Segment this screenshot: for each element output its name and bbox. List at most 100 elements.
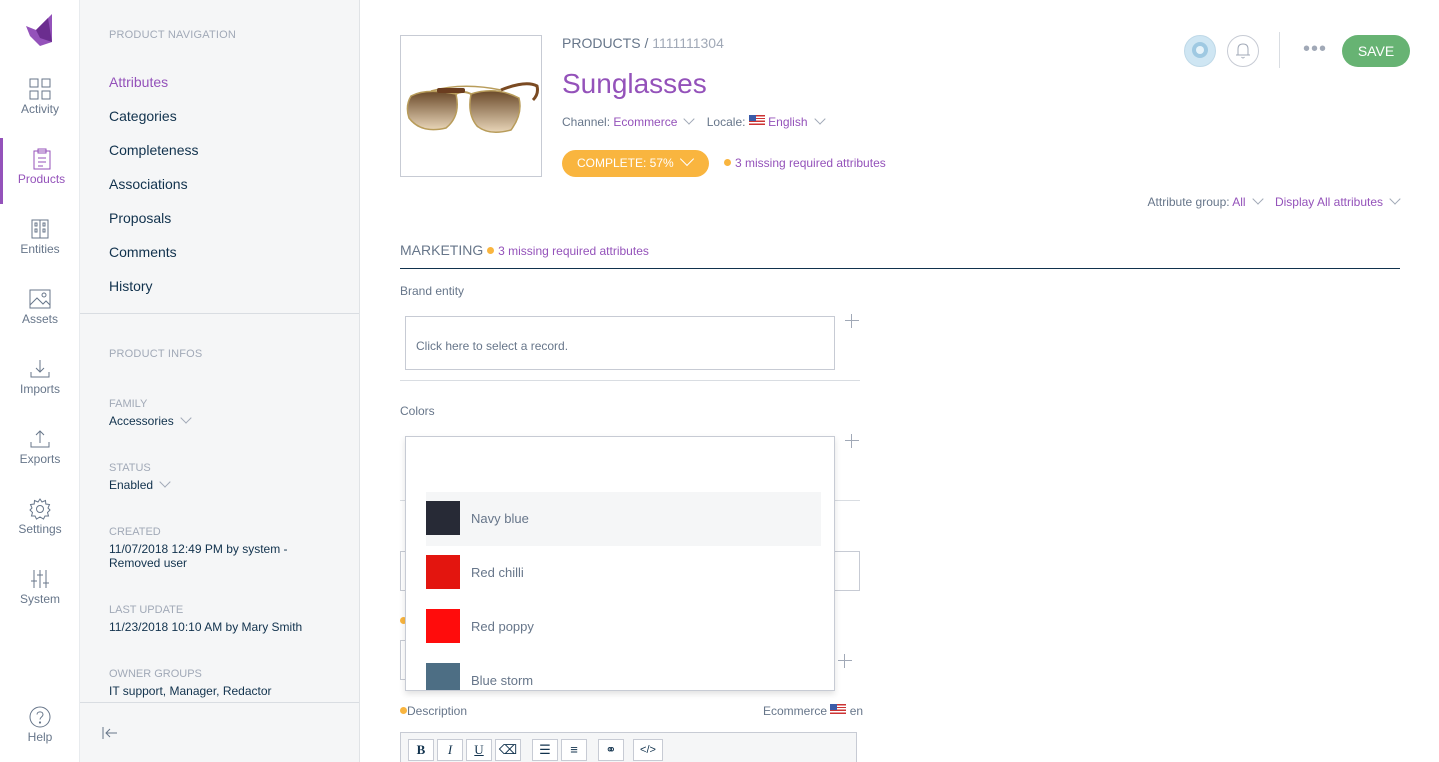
menu-item-entities[interactable]: Entities xyxy=(0,208,80,274)
description-context: Ecommerce en xyxy=(763,704,863,718)
family-select[interactable]: Accessories xyxy=(109,412,329,428)
underline-button[interactable]: U xyxy=(466,739,492,761)
menu-label-assets: Assets xyxy=(21,312,58,326)
add-brand-icon[interactable] xyxy=(845,314,859,328)
status-label: STATUS xyxy=(109,462,151,474)
link-icon: ⚭ xyxy=(605,742,617,757)
description-label: Description xyxy=(400,704,467,718)
menu-item-exports[interactable]: Exports xyxy=(0,418,80,484)
product-title: Sunglasses xyxy=(562,68,707,99)
status-select[interactable]: Enabled xyxy=(109,476,329,492)
menu-label-imports: Imports xyxy=(19,382,60,396)
chevron-down-icon xyxy=(180,412,192,424)
family-label: FAMILY xyxy=(109,398,148,410)
column-divider xyxy=(80,313,359,314)
us-flag-icon xyxy=(830,704,847,714)
menu-item-system[interactable]: System xyxy=(0,558,80,624)
nav-completeness[interactable]: Completeness xyxy=(109,142,199,158)
owner-groups-label: OWNER GROUPS xyxy=(109,668,202,680)
section-missing[interactable]: 3 missing required attributes xyxy=(487,244,649,258)
attribute-group-filter[interactable]: All xyxy=(1232,193,1264,209)
locale-switcher[interactable]: English xyxy=(748,113,826,129)
last-update-label: LAST UPDATE xyxy=(109,604,184,616)
numbered-list-button[interactable]: ≡ xyxy=(561,739,587,761)
color-option-red-poppy[interactable]: Red poppy xyxy=(426,600,821,654)
brand-entity-input[interactable]: Click here to select a record. xyxy=(405,316,835,370)
notifications-button[interactable] xyxy=(1227,35,1259,67)
color-swatch xyxy=(426,609,460,643)
product-column: PRODUCT NAVIGATION Attributes Categories… xyxy=(80,0,360,762)
last-update-value: 11/23/2018 10:10 AM by Mary Smith xyxy=(109,620,303,634)
menu-label-help: Help xyxy=(27,730,53,744)
nav-proposals[interactable]: Proposals xyxy=(109,210,171,226)
product-navigation-title: PRODUCT NAVIGATION xyxy=(109,29,237,41)
nav-categories[interactable]: Categories xyxy=(109,108,177,124)
menu-item-activity[interactable]: Activity xyxy=(0,68,80,134)
save-button[interactable]: SAVE xyxy=(1342,35,1410,67)
more-actions-button[interactable]: ••• xyxy=(1303,38,1327,61)
nav-history[interactable]: History xyxy=(109,278,153,294)
completeness-dropdown[interactable]: COMPLETE: 57% xyxy=(562,150,709,177)
chevron-down-icon xyxy=(679,151,694,167)
chevron-down-icon xyxy=(1389,193,1401,205)
missing-attributes-link[interactable]: 3 missing required attributes xyxy=(724,156,886,170)
menu-label-system: System xyxy=(19,592,60,606)
menu-item-help[interactable]: Help xyxy=(0,696,80,762)
code-view-button[interactable]: </> xyxy=(633,739,663,761)
display-attributes-filter[interactable]: Display All attributes xyxy=(1274,193,1401,209)
user-avatar[interactable] xyxy=(1184,35,1216,67)
eraser-button[interactable]: ⌫ xyxy=(495,739,521,761)
nav-comments[interactable]: Comments xyxy=(109,244,177,260)
color-option-navy-blue[interactable]: Navy blue xyxy=(426,492,821,546)
color-option-red-chilli[interactable]: Red chilli xyxy=(426,546,821,600)
section-divider xyxy=(400,268,1400,269)
created-label: CREATED xyxy=(109,526,161,538)
add-record-icon[interactable] xyxy=(838,654,852,668)
column-footer xyxy=(80,702,359,762)
help-icon xyxy=(29,706,51,728)
link-button[interactable]: ⚭ xyxy=(598,739,624,761)
product-thumbnail[interactable] xyxy=(400,35,542,177)
collapse-column-icon[interactable] xyxy=(102,725,118,741)
bell-icon xyxy=(1236,43,1250,59)
menu-item-products[interactable]: Products xyxy=(0,138,80,204)
chevron-down-icon xyxy=(1251,193,1264,205)
color-swatch xyxy=(426,663,460,690)
locale-value: English xyxy=(768,115,808,129)
entities-icon xyxy=(31,219,49,239)
italic-button[interactable]: I xyxy=(437,739,463,761)
color-option-blue-storm[interactable]: Blue storm xyxy=(426,654,821,690)
nav-attributes[interactable]: Attributes xyxy=(109,74,168,90)
display-attributes-value: Display All attributes xyxy=(1274,195,1383,209)
exports-icon xyxy=(30,430,50,448)
system-icon xyxy=(31,570,49,588)
settings-icon xyxy=(29,498,51,520)
breadcrumb-product-id: 1111111304 xyxy=(652,35,724,51)
color-option-label: Navy blue xyxy=(471,511,529,526)
nav-associations[interactable]: Associations xyxy=(109,176,188,192)
menu-item-imports[interactable]: Imports xyxy=(0,348,80,414)
akeneo-logo-icon[interactable] xyxy=(22,12,56,46)
menu-item-settings[interactable]: Settings xyxy=(0,488,80,554)
color-option-label: Red chilli xyxy=(471,565,524,580)
breadcrumb-products[interactable]: PRODUCTS xyxy=(562,35,641,51)
activity-icon xyxy=(29,78,51,100)
rich-text-toolbar: B I U ⌫ ☰ ≡ ⚭ </> xyxy=(400,732,857,762)
family-value: Accessories xyxy=(109,414,174,428)
color-swatch xyxy=(426,555,460,589)
add-color-icon[interactable] xyxy=(845,434,859,448)
bullet-list-button[interactable]: ☰ xyxy=(532,739,558,761)
menu-label-settings: Settings xyxy=(18,522,62,536)
bold-button[interactable]: B xyxy=(408,739,434,761)
attribute-group-value: All xyxy=(1232,195,1246,209)
menu-item-assets[interactable]: Assets xyxy=(0,278,80,344)
underline-icon: U xyxy=(474,742,484,757)
channel-switcher[interactable]: Ecommerce xyxy=(613,113,696,129)
us-flag-icon xyxy=(748,115,765,125)
description-locale: en xyxy=(849,704,864,718)
created-value: 11/07/2018 12:49 PM by system - Removed … xyxy=(109,542,288,570)
color-option-label: Red poppy xyxy=(471,619,534,634)
chevron-down-icon xyxy=(683,113,696,125)
assets-icon xyxy=(29,289,51,309)
owner-groups-value: IT support, Manager, Redactor xyxy=(109,684,272,698)
